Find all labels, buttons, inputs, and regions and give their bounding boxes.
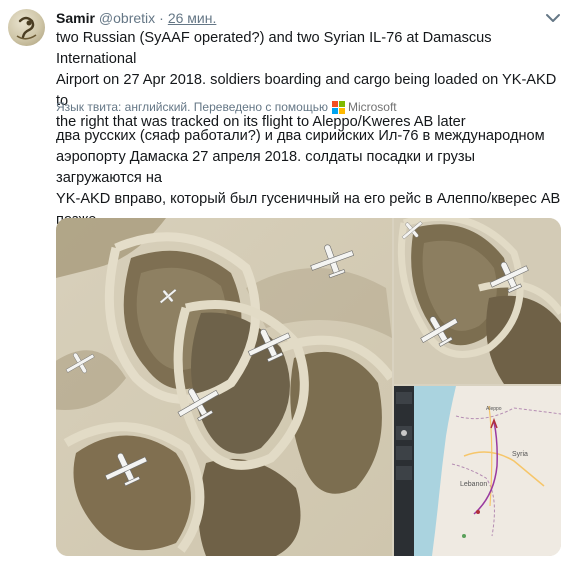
media-grid: Syria Lebanon Aleppo: [56, 218, 561, 556]
separator-dot: ·: [159, 10, 164, 26]
avatar-image: [16, 16, 37, 40]
satellite-image-left[interactable]: [56, 218, 392, 556]
map-label-lebanon: Lebanon: [460, 481, 487, 488]
translation-label: Язык твита: английский. Переведено с пом…: [56, 100, 328, 114]
author-name[interactable]: Samir: [56, 10, 95, 26]
translated-text: два русских (сяаф работали?) и два сирий…: [56, 128, 561, 228]
tweet-header: Samir @obretix · 26 мин.: [56, 8, 216, 28]
translation-attribution: Язык твита: английский. Переведено с пом…: [56, 99, 397, 115]
tweet-text: two Russian (SyAAF operated?) and two Sy…: [56, 30, 557, 130]
microsoft-logo-icon: [331, 100, 345, 114]
tweet: Samir @obretix · 26 мин. two Russian (Sy…: [0, 0, 575, 569]
avatar[interactable]: [8, 9, 45, 46]
flight-map-image[interactable]: Syria Lebanon Aleppo: [394, 386, 561, 556]
chevron-down-icon[interactable]: [545, 12, 561, 24]
map-label-syria: Syria: [512, 451, 528, 458]
translation-provider[interactable]: Microsoft: [348, 100, 397, 114]
author-handle[interactable]: @obretix: [99, 10, 155, 26]
map-label-aleppo: Aleppo: [486, 406, 502, 412]
tweet-timestamp[interactable]: 26 мин.: [168, 10, 217, 26]
satellite-image-right[interactable]: [394, 218, 561, 384]
